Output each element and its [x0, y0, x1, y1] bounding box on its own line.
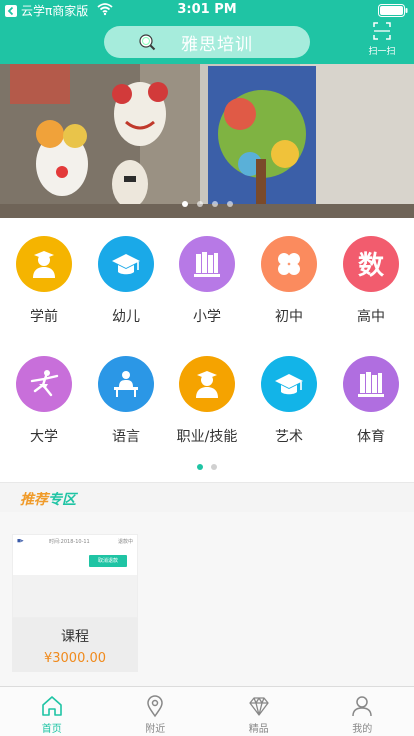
category-label: 初中 [275, 309, 303, 325]
math-character-icon: 数 [358, 251, 385, 281]
banner-indicator [0, 201, 414, 207]
recommend-list: ◼▸ 时间:2018-10-11 退款中 取消退款 课程 ¥3000.00 [0, 512, 414, 686]
category-infant[interactable]: 幼儿 [85, 236, 167, 336]
mortarboard-icon [275, 374, 303, 395]
banner-carousel[interactable] [0, 64, 414, 218]
category-label: 学前 [30, 309, 58, 325]
banner-dot [211, 201, 218, 207]
category-icon-circle [98, 236, 154, 292]
tab-nearby[interactable]: 附近 [104, 687, 208, 736]
thumbnail-button: 取消退款 [89, 555, 127, 567]
recommend-section-header: 推荐专区 [0, 482, 414, 512]
tab-home[interactable]: 首页 [0, 687, 104, 736]
category-art[interactable]: 艺术 [248, 356, 330, 456]
thumbnail-meta: 时间:2018-10-11 [49, 539, 90, 545]
banner-dot [196, 201, 203, 207]
category-sports[interactable]: 体育 [330, 356, 412, 456]
tab-profile[interactable]: 我的 [311, 687, 414, 736]
category-junior-high[interactable]: 初中 [248, 236, 330, 336]
tab-label: 我的 [352, 724, 373, 735]
tab-featured[interactable]: 精品 [207, 687, 311, 736]
thumbnail-footer [13, 575, 137, 617]
books-icon [358, 372, 384, 397]
grid-page-dot [197, 464, 203, 470]
search-bar[interactable]: 雅思培训 [104, 26, 310, 58]
course-thumbnail: ◼▸ 时间:2018-10-11 退款中 取消退款 [12, 534, 138, 618]
tab-label: 精品 [248, 724, 269, 735]
graduate-icon [33, 251, 55, 278]
scan-icon [373, 22, 391, 40]
scan-button[interactable]: 扫一扫 [362, 22, 402, 60]
top-header: 云学π商家版 3:01 PM 雅思培训 扫一扫 [0, 0, 414, 64]
category-icon-circle [98, 356, 154, 412]
tab-label: 附近 [145, 724, 166, 735]
category-language[interactable]: 语言 [85, 356, 167, 456]
category-icon-circle [261, 236, 317, 292]
teacher-desk-icon [114, 371, 138, 397]
category-label: 体育 [357, 429, 385, 445]
home-icon [41, 696, 62, 716]
course-title: 课程 [61, 629, 89, 645]
person-icon [352, 696, 372, 717]
category-icon-circle [16, 356, 72, 412]
category-senior-high[interactable]: 数 高中 [330, 236, 412, 336]
section-title: 推荐专区 [20, 489, 76, 509]
status-time: 3:01 PM [177, 2, 237, 17]
dancer-icon [30, 370, 59, 397]
books-icon [194, 252, 220, 277]
grid-page-dot [211, 464, 217, 470]
thumbnail-status: 退款中 [117, 539, 133, 545]
category-icon-circle [343, 356, 399, 412]
category-label: 艺术 [275, 429, 303, 445]
category-icon-circle [16, 236, 72, 292]
tab-label: 首页 [41, 724, 62, 735]
clover-icon [278, 253, 300, 275]
category-label: 语言 [112, 429, 140, 445]
battery-icon [378, 4, 408, 17]
category-vocational[interactable]: 职业/技能 [166, 356, 248, 456]
status-bar: 云学π商家版 3:01 PM [0, 0, 414, 20]
category-grid: 学前 幼儿 小学 初中 数 高中 大学 语言 职业/技能 艺术 体育 [0, 218, 414, 480]
scan-label: 扫一扫 [368, 47, 396, 57]
category-icon-circle [179, 356, 235, 412]
category-label: 职业/技能 [176, 429, 238, 445]
grid-page-indicator [0, 464, 414, 470]
course-price: ¥3000.00 [43, 651, 107, 666]
category-university[interactable]: 大学 [3, 356, 85, 456]
category-icon-circle [179, 236, 235, 292]
category-label: 小学 [193, 309, 221, 325]
category-primary[interactable]: 小学 [166, 236, 248, 336]
bottom-tab-bar: 首页 附近 精品 我的 [0, 686, 414, 736]
location-pin-icon [147, 695, 164, 718]
category-icon-circle: 数 [343, 236, 399, 292]
category-icon-circle [261, 356, 317, 412]
section-title-part2: 专区 [48, 492, 76, 508]
diamond-icon [249, 697, 269, 716]
mortarboard-icon [112, 254, 140, 275]
course-card-body: 课程 ¥3000.00 [12, 618, 138, 672]
search-icon [139, 34, 156, 51]
graduate-icon [196, 371, 218, 398]
banner-dot [181, 201, 188, 207]
search-placeholder: 雅思培训 [181, 34, 253, 55]
category-label: 大学 [30, 429, 58, 445]
banner-dot [226, 201, 233, 207]
category-label: 幼儿 [112, 309, 140, 325]
course-card[interactable]: ◼▸ 时间:2018-10-11 退款中 取消退款 课程 ¥3000.00 [12, 534, 138, 672]
svg-text:数: 数 [358, 251, 385, 281]
banner-image [0, 64, 414, 218]
thumbnail-logo: ◼▸ [17, 538, 24, 544]
category-preschool[interactable]: 学前 [3, 236, 85, 336]
section-title-part1: 推荐 [20, 492, 48, 508]
category-label: 高中 [357, 309, 385, 325]
